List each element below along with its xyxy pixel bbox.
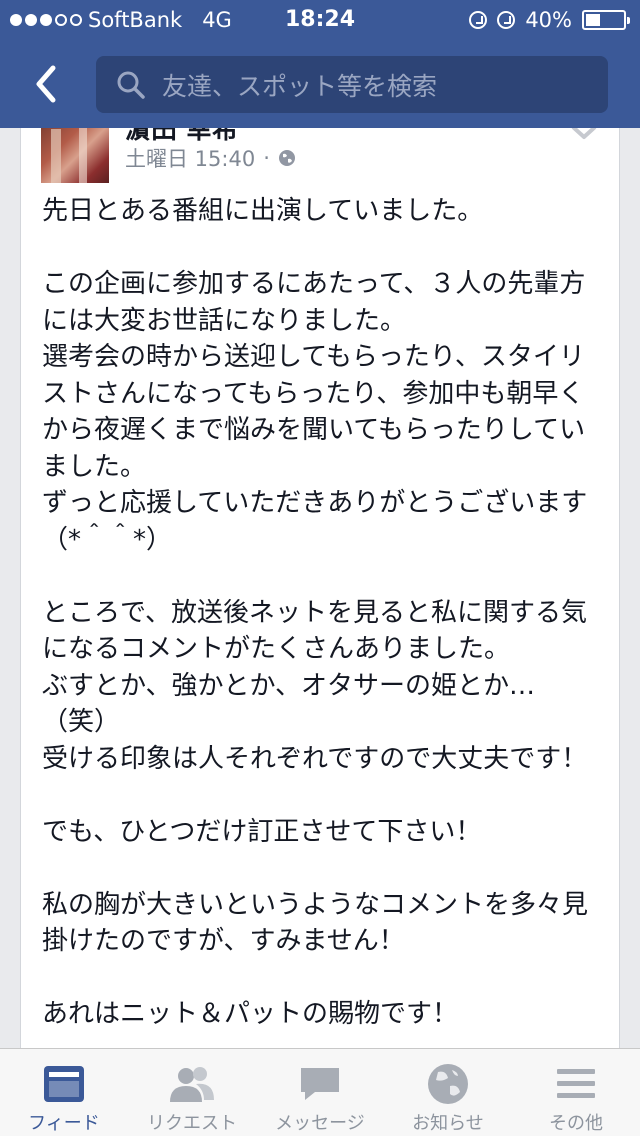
bottom-tab-bar: フィード リクエスト メッセージ お知らせ その他	[0, 1048, 640, 1136]
tab-label: お知らせ	[412, 1113, 484, 1134]
post-timestamp[interactable]: 土曜日 15:40	[125, 143, 255, 173]
news-feed-icon	[44, 1066, 84, 1102]
chevron-left-icon	[36, 65, 56, 103]
tab-news-feed[interactable]: フィード	[0, 1049, 128, 1136]
tab-label: その他	[549, 1113, 603, 1134]
post-card: 濵田 幸希 土曜日 15:40 · 先日とある番組に出演していました。 この企画…	[20, 128, 620, 1048]
search-icon	[117, 71, 145, 99]
friend-requests-icon	[170, 1067, 214, 1102]
tab-label: リクエスト	[147, 1113, 237, 1134]
tab-label: メッセージ	[275, 1113, 365, 1134]
more-menu-icon	[557, 1069, 595, 1098]
rotation-lock-icon	[469, 11, 488, 29]
tab-messages[interactable]: メッセージ	[256, 1049, 384, 1136]
battery-icon	[582, 10, 630, 30]
tab-label: フィード	[28, 1113, 100, 1134]
globe-icon	[278, 150, 295, 166]
tab-notifications[interactable]: お知らせ	[384, 1049, 512, 1136]
search-placeholder: 友達、スポット等を検索	[162, 71, 438, 101]
post-body-text: 先日とある番組に出演していました。 この企画に参加するにあたって、３人の先輩方に…	[42, 196, 589, 1029]
author-avatar[interactable]	[41, 128, 109, 183]
top-bar: SoftBank 4G 18:24 40% 友達、スポット等を検索	[0, 0, 640, 128]
search-field[interactable]: 友達、スポット等を検索	[96, 56, 608, 113]
status-bar: SoftBank 4G 18:24 40%	[0, 0, 640, 40]
battery-percentage: 40%	[525, 8, 572, 32]
messages-icon	[301, 1068, 339, 1100]
post-options-chevron-icon[interactable]	[569, 128, 599, 143]
notifications-globe-icon	[428, 1064, 468, 1104]
post-meta: 土曜日 15:40 ·	[125, 143, 296, 173]
alarm-icon	[497, 11, 516, 29]
tab-more[interactable]: その他	[512, 1049, 640, 1136]
tab-friend-requests[interactable]: リクエスト	[128, 1049, 256, 1136]
news-feed[interactable]: 濵田 幸希 土曜日 15:40 · 先日とある番組に出演していました。 この企画…	[0, 128, 640, 1048]
status-bar-right: 40%	[469, 8, 630, 32]
back-button[interactable]	[22, 56, 70, 112]
meta-dot: ·	[263, 146, 270, 170]
